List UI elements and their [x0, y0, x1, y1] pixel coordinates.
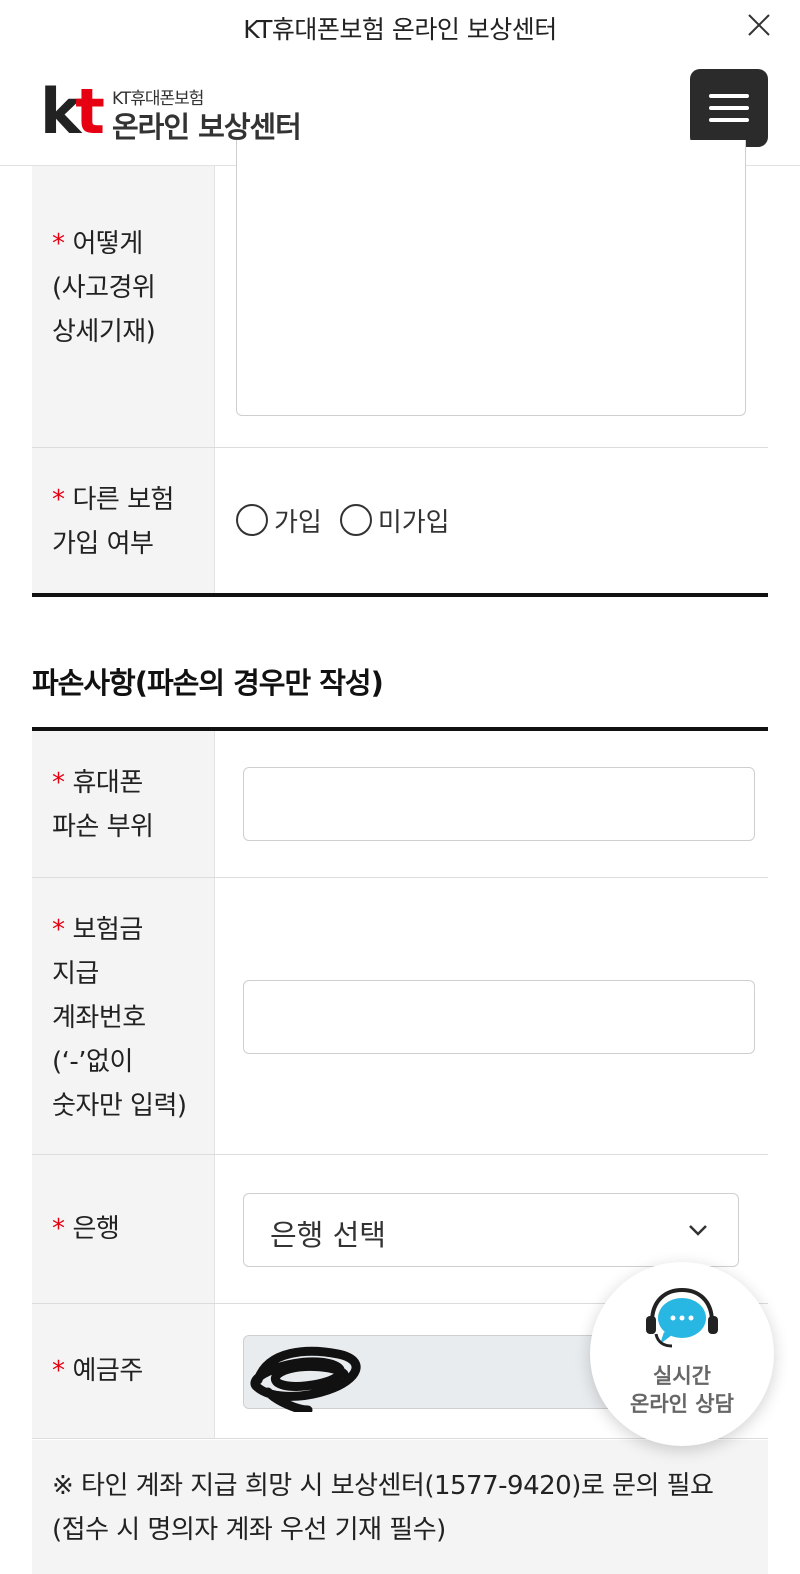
required-mark: *: [52, 485, 65, 515]
damage-part-label: * 휴대폰 파손 부위: [52, 768, 154, 842]
menu-icon-line: [709, 106, 749, 110]
chat-label-line2: 온라인 상담: [630, 1392, 734, 1416]
menu-icon-line: [709, 118, 749, 122]
label-cell: * 예금주: [32, 1304, 215, 1438]
app-title: KT휴대폰보험 온라인 보상센터: [243, 15, 557, 44]
bank-select[interactable]: 은행 선택: [243, 1193, 739, 1267]
other-insurance-radio-group: 가입 미가입: [236, 500, 468, 540]
required-mark: *: [52, 1214, 65, 1244]
account-number-input[interactable]: [243, 980, 755, 1054]
radio-not-joined-label[interactable]: 미가입: [378, 502, 450, 539]
hamburger-menu-button[interactable]: [690, 69, 768, 147]
label-cell: * 어떻게 (사고경위 상세기재): [32, 166, 215, 447]
other-insurance-label: * 다른 보험 가입 여부: [52, 485, 174, 559]
bank-label: * 은행: [52, 1214, 120, 1244]
label-cell: * 은행: [32, 1155, 215, 1303]
kt-logo[interactable]: kt KT휴대폰보험 온라인 보상센터: [40, 75, 320, 148]
required-mark: *: [52, 768, 65, 798]
redaction-scribble: [250, 1346, 361, 1412]
account-notice: ※ 타인 계좌 지급 희망 시 보상센터(1577-9420)로 문의 필요 (…: [32, 1440, 768, 1574]
close-icon[interactable]: [746, 12, 772, 38]
kt-logo-mark: kt: [40, 75, 105, 148]
radio-joined[interactable]: [236, 504, 268, 536]
headset-chat-icon: [646, 1288, 718, 1348]
label-cell: * 휴대폰 파손 부위: [32, 731, 215, 877]
bank-select-value: 은행 선택: [270, 1218, 386, 1252]
chevron-down-icon: [689, 1225, 707, 1236]
accident-detail-textarea[interactable]: [236, 140, 746, 416]
radio-not-joined[interactable]: [339, 504, 372, 536]
account-notice-text: ※ 타인 계좌 지급 희망 시 보상센터(1577-9420)로 문의 필요 (…: [52, 1471, 714, 1545]
label-cell: * 보험금 지급 계좌번호 (‘-’없이 숫자만 입력): [32, 878, 215, 1154]
label-cell: * 다른 보험 가입 여부: [32, 448, 215, 594]
section-bottom-rule: [32, 593, 768, 597]
app-title-bar: KT휴대폰보험 온라인 보상센터: [0, 0, 800, 54]
required-mark: *: [52, 1356, 65, 1386]
holder-label: * 예금주: [52, 1356, 143, 1386]
damage-section-title: 파손사항(파손의 경우만 작성): [32, 666, 384, 700]
required-mark: *: [52, 229, 65, 259]
damage-part-input[interactable]: [243, 767, 755, 841]
radio-joined-label[interactable]: 가입: [274, 502, 322, 539]
chat-label-line1: 실시간: [653, 1364, 711, 1388]
live-chat-button[interactable]: 실시간 온라인 상담: [590, 1262, 774, 1446]
menu-icon-line: [709, 94, 749, 98]
account-label: * 보험금 지급 계좌번호 (‘-’없이 숫자만 입력): [52, 915, 187, 1121]
how-label: * 어떻게 (사고경위 상세기재): [52, 229, 156, 347]
required-mark: *: [52, 915, 65, 945]
